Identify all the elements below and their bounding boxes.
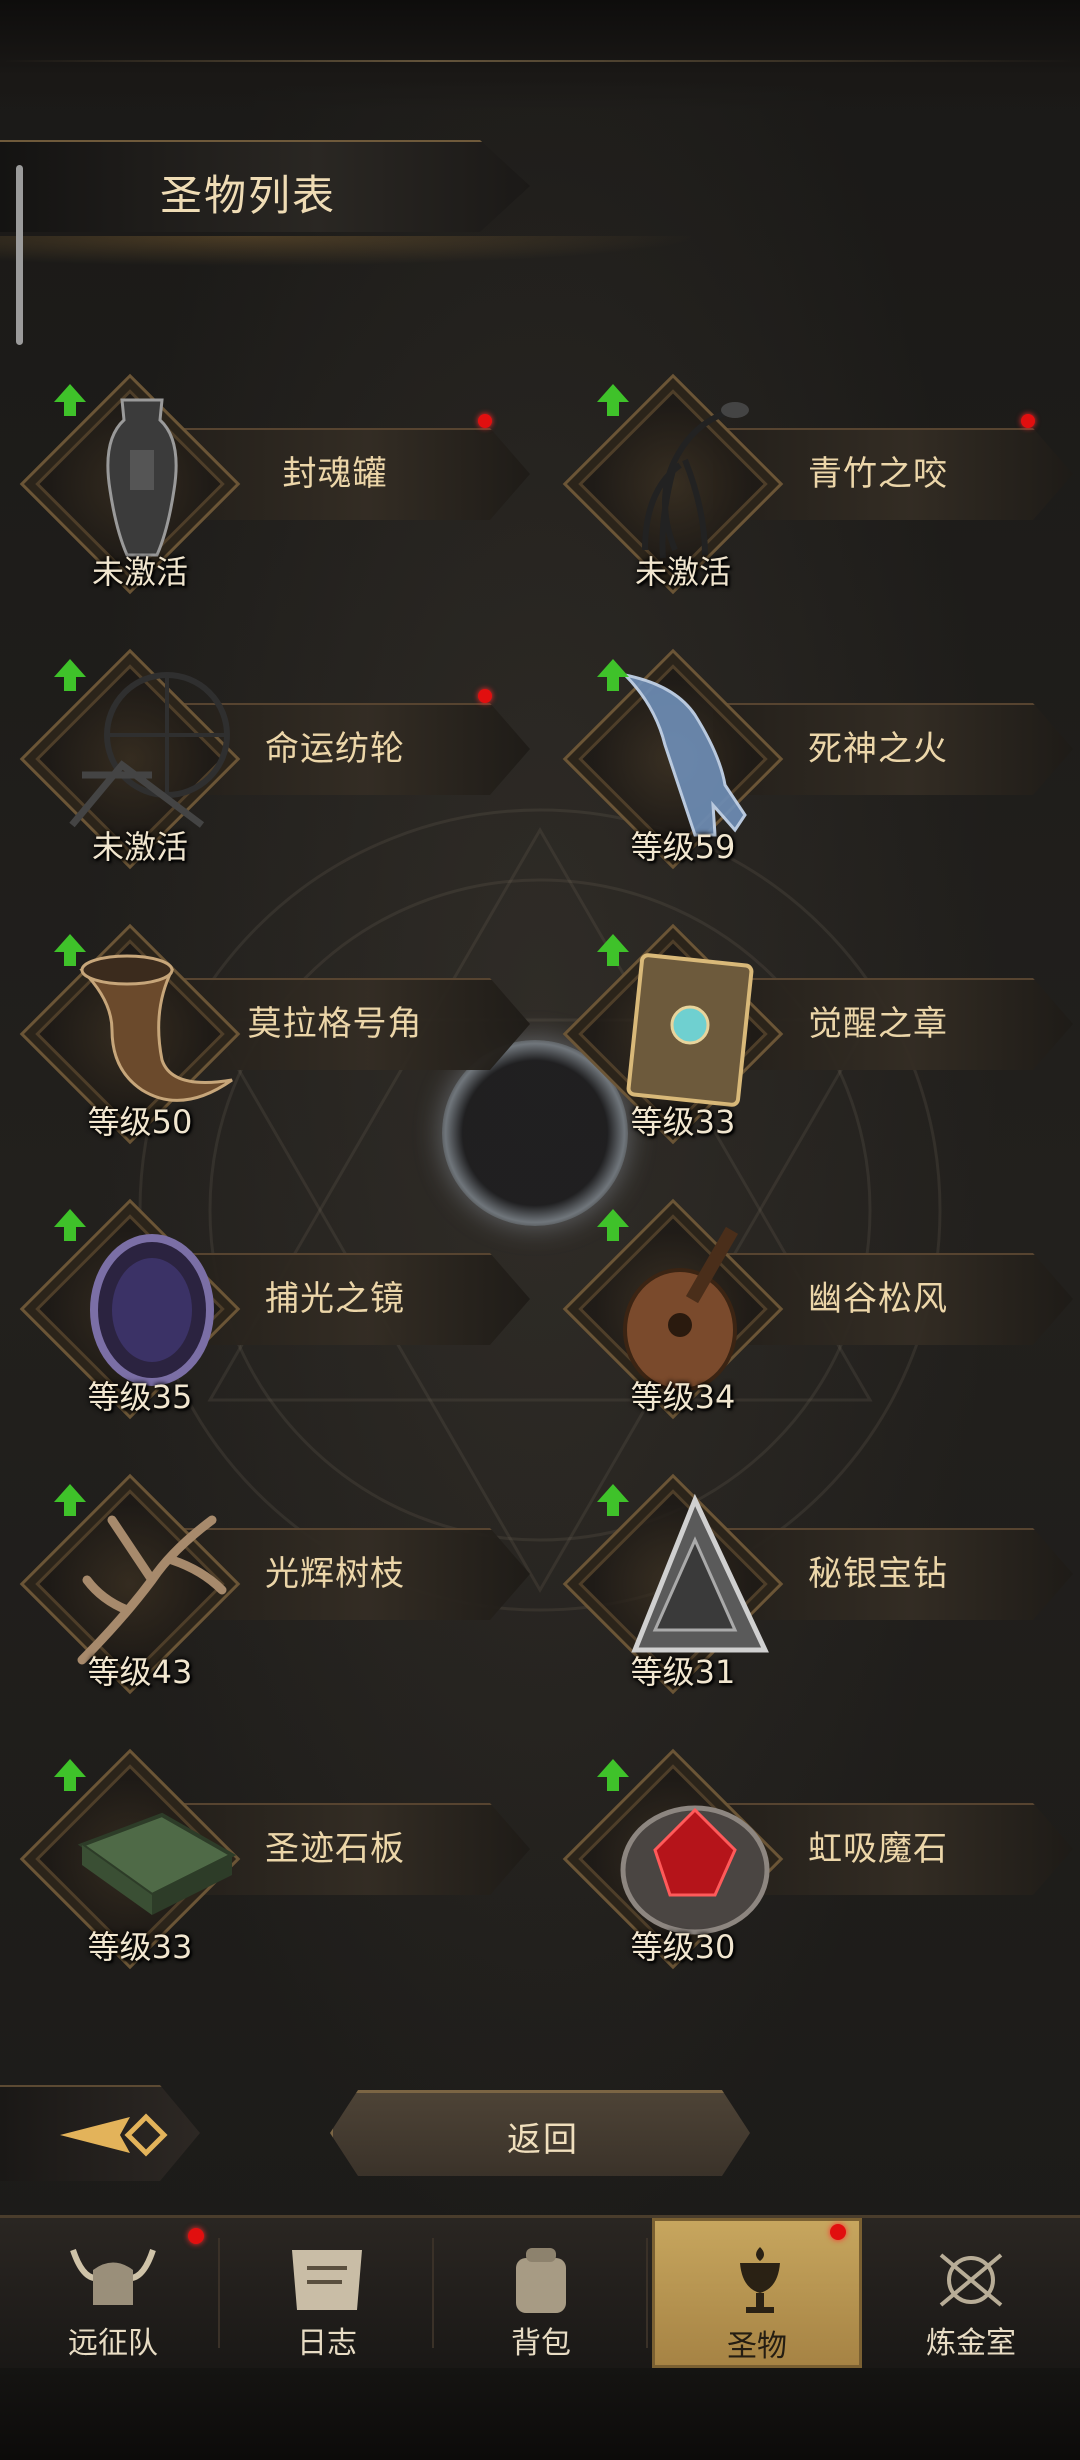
nav-divider — [646, 2238, 648, 2348]
relic-item[interactable]: 秘银宝钻 等级31 — [562, 1472, 1080, 1702]
relic-name: 命运纺轮 — [265, 729, 405, 769]
relic-name: 莫拉格号角 — [247, 1004, 423, 1044]
bottom-decor-band — [0, 2368, 1080, 2460]
nav-label: 炼金室 — [926, 2326, 1016, 2361]
upgrade-arrow-icon — [597, 384, 629, 416]
upgrade-arrow-icon — [597, 659, 629, 691]
upgrade-arrow-icon — [597, 1759, 629, 1791]
notification-dot — [478, 689, 492, 703]
notification-dot — [830, 2224, 846, 2240]
relic-name: 死神之火 — [808, 729, 948, 769]
scrollbar[interactable] — [16, 165, 23, 345]
chalice-icon — [740, 2247, 780, 2313]
scroll-icon — [292, 2250, 362, 2310]
notification-dot — [188, 2228, 204, 2244]
relic-item[interactable]: 觉醒之章 等级33 — [562, 922, 1080, 1152]
back-button-label: 返回 — [507, 2119, 579, 2160]
relic-status: 等级34 — [630, 1378, 736, 1416]
bottom-nav: 远征队 日志 背包 圣物 炼金室 — [0, 2215, 1080, 2368]
nav-label: 圣物 — [727, 2329, 787, 2364]
relic-item[interactable]: 封魂罐 未激活 — [19, 372, 540, 602]
relic-status: 未激活 — [634, 553, 731, 591]
upgrade-arrow-icon — [54, 1759, 86, 1791]
relic-status: 等级31 — [630, 1653, 736, 1691]
title-banner: 圣物列表 — [0, 140, 530, 232]
page-title: 圣物列表 — [160, 171, 337, 220]
upgrade-arrow-icon — [54, 1484, 86, 1516]
nav-item-alchemy[interactable]: 炼金室 — [866, 2218, 1076, 2368]
relic-status: 等级33 — [87, 1928, 193, 1966]
upgrade-arrow-icon — [54, 934, 86, 966]
notification-dot — [478, 414, 492, 428]
relic-status: 等级43 — [87, 1653, 193, 1691]
relic-name: 捕光之镜 — [265, 1279, 405, 1319]
relic-item[interactable]: 虹吸魔石 等级30 — [562, 1747, 1080, 1977]
upgrade-arrow-icon — [597, 1484, 629, 1516]
relic-status: 等级33 — [630, 1103, 736, 1141]
upgrade-arrow-icon — [597, 1209, 629, 1241]
relic-item[interactable]: 青竹之咬 未激活 — [562, 372, 1080, 602]
back-button[interactable]: 返回 — [330, 2090, 750, 2176]
helmet-icon — [70, 2249, 156, 2305]
notification-dot — [1021, 414, 1035, 428]
relic-status: 等级50 — [87, 1103, 193, 1141]
relic-item[interactable]: 圣迹石板 等级33 — [19, 1747, 540, 1977]
upgrade-arrow-icon — [54, 1209, 86, 1241]
title-underglow — [0, 236, 700, 266]
nav-item-journal[interactable]: 日志 — [222, 2218, 432, 2368]
nav-divider — [432, 2238, 434, 2348]
upgrade-arrow-icon — [54, 659, 86, 691]
upgrade-arrow-icon — [54, 384, 86, 416]
relic-name: 封魂罐 — [282, 454, 388, 494]
relic-item[interactable]: 光辉树枝 等级43 — [19, 1472, 540, 1702]
relic-status: 等级35 — [87, 1378, 193, 1416]
relic-name: 秘银宝钻 — [808, 1554, 948, 1594]
relic-name: 幽谷松风 — [808, 1279, 948, 1319]
relic-name: 虹吸魔石 — [808, 1829, 948, 1869]
relic-status: 未激活 — [91, 553, 188, 591]
relic-status: 未激活 — [91, 828, 188, 866]
nav-item-expedition[interactable]: 远征队 — [8, 2218, 218, 2368]
relic-name: 青竹之咬 — [808, 454, 948, 494]
upgrade-arrow-icon — [597, 934, 629, 966]
relic-name: 圣迹石板 — [265, 1829, 405, 1869]
relic-item[interactable]: 捕光之镜 等级35 — [19, 1197, 540, 1427]
relic-item[interactable]: 死神之火 等级59 — [562, 647, 1080, 877]
relic-item[interactable]: 莫拉格号角 等级50 — [19, 922, 540, 1152]
relic-status: 等级30 — [630, 1928, 736, 1966]
nav-item-relics[interactable]: 圣物 — [652, 2218, 862, 2368]
nav-label: 日志 — [297, 2326, 357, 2361]
relic-name: 光辉树枝 — [265, 1554, 405, 1594]
relic-name: 觉醒之章 — [808, 1004, 948, 1044]
arrow-left-icon — [60, 2113, 168, 2157]
relic-item[interactable]: 幽谷松风 等级34 — [562, 1197, 1080, 1427]
relic-status: 等级59 — [630, 828, 736, 866]
relic-item[interactable]: 命运纺轮 未激活 — [19, 647, 540, 877]
backpack-icon — [516, 2248, 566, 2313]
alchemy-icon — [939, 2253, 1003, 2307]
top-decor-band — [0, 0, 1080, 110]
nav-item-backpack[interactable]: 背包 — [436, 2218, 646, 2368]
nav-label: 远征队 — [68, 2326, 158, 2361]
nav-divider — [218, 2238, 220, 2348]
nav-label: 背包 — [511, 2326, 571, 2361]
